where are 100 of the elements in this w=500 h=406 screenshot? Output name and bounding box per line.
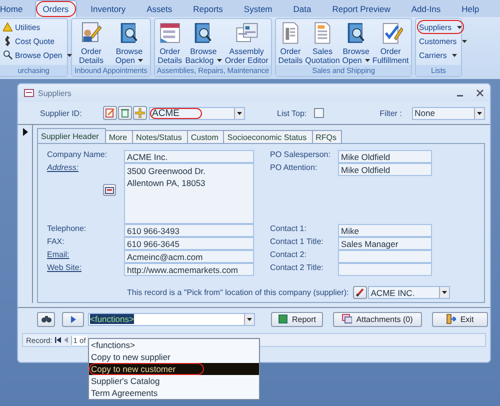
text-field[interactable]: Mike Oldfield bbox=[338, 163, 432, 176]
field-label: List Top: bbox=[277, 108, 307, 118]
field-label: FAX: bbox=[47, 237, 66, 248]
warning-icon bbox=[3, 22, 13, 32]
checkbox[interactable] bbox=[314, 108, 324, 118]
ribbon-button[interactable]: Order Fulfillment bbox=[371, 21, 410, 65]
search-icon bbox=[3, 50, 13, 60]
dropdown-button[interactable] bbox=[474, 108, 484, 118]
edit-icon bbox=[105, 108, 115, 118]
icon-button[interactable] bbox=[103, 106, 117, 120]
field-label: Telephone: bbox=[47, 224, 88, 235]
combo-box[interactable]: None bbox=[412, 106, 485, 120]
ribbon-button[interactable]: Order Details bbox=[156, 21, 184, 65]
caret-icon bbox=[237, 112, 242, 114]
field-label: Web Site: bbox=[47, 263, 83, 274]
papers-icon bbox=[342, 314, 352, 324]
ribbon-tab[interactable]: Data bbox=[286, 0, 318, 17]
dropdown-option[interactable]: Term Agreements bbox=[89, 387, 259, 399]
binoculars-icon bbox=[40, 315, 52, 323]
caret-icon bbox=[67, 54, 72, 56]
field-label: PO Salesperson: bbox=[270, 150, 332, 161]
play-icon bbox=[70, 316, 76, 322]
caret-icon bbox=[452, 54, 457, 56]
record-pointer-icon bbox=[22, 128, 28, 136]
icon-button[interactable] bbox=[103, 184, 116, 196]
text-field[interactable]: 610 966-3493 bbox=[124, 224, 254, 237]
ribbon-tab[interactable]: Inventory bbox=[84, 0, 133, 17]
ribbon-tab[interactable]: System bbox=[236, 0, 280, 17]
caret-icon bbox=[364, 59, 370, 62]
ribbon-tab[interactable]: Report Preview bbox=[325, 0, 398, 17]
action-button[interactable]: Attachments (0) bbox=[333, 312, 422, 326]
ribbon-tab[interactable]: Add-Ins bbox=[404, 0, 448, 17]
form-tab[interactable]: Socioeconomic Status bbox=[223, 130, 313, 143]
form-tab[interactable]: Supplier Header bbox=[37, 128, 106, 143]
ribbon-tab[interactable]: Reports bbox=[186, 0, 230, 17]
form-tab[interactable]: Custom bbox=[186, 130, 224, 143]
address-field[interactable]: 3500 Greenwood Dr. Allentown PA, 18053 bbox=[124, 163, 254, 224]
dropdown-option[interactable]: Copy to new supplier bbox=[89, 351, 259, 363]
field-label: Supplier ID: bbox=[40, 108, 83, 118]
text-field[interactable]: Sales Manager bbox=[338, 237, 432, 250]
person-form-icon bbox=[79, 21, 104, 45]
ribbon-button[interactable]: Order Details bbox=[78, 21, 104, 65]
ribbon-button[interactable]: Sales Quotation bbox=[304, 21, 341, 65]
action-button[interactable]: Report bbox=[271, 312, 323, 326]
text-field[interactable] bbox=[338, 263, 432, 276]
caret-icon bbox=[138, 59, 143, 62]
text-field[interactable]: Acmeinc@acm.com bbox=[124, 250, 254, 263]
caret-icon bbox=[216, 59, 222, 62]
field-label: Contact 1: bbox=[270, 224, 308, 235]
run-button[interactable] bbox=[62, 312, 84, 326]
ribbon-button[interactable]: Order Details bbox=[277, 21, 304, 65]
pick-from-text: This record is a "Pick from" location of this company (supplier): bbox=[127, 288, 349, 297]
form-icon bbox=[24, 89, 34, 97]
dropdown-option[interactable]: Copy to new customer bbox=[89, 363, 259, 375]
icon-button[interactable] bbox=[118, 106, 132, 120]
report-icon bbox=[278, 314, 288, 324]
functions-combo[interactable]: <functions> bbox=[88, 312, 255, 326]
dropdown-button[interactable] bbox=[438, 287, 449, 298]
ribbon-tab[interactable]: Home bbox=[0, 0, 30, 17]
dropdown-option[interactable]: Supplier's Catalog bbox=[89, 375, 259, 387]
text-field[interactable]: Mike bbox=[338, 224, 432, 237]
close-icon bbox=[476, 89, 484, 97]
plus-icon bbox=[135, 108, 145, 118]
field-label: PO Attention: bbox=[270, 163, 318, 174]
text-field[interactable]: ACME Inc. bbox=[124, 150, 254, 163]
combo-box[interactable]: ACME bbox=[149, 106, 245, 120]
caret-icon bbox=[476, 112, 482, 114]
ribbon-button[interactable]: Assembly Order Editor bbox=[224, 21, 270, 65]
grid-form-icon bbox=[234, 21, 259, 45]
field-label: Contact 2 Title: bbox=[270, 263, 324, 274]
combo-box[interactable]: ACME INC. bbox=[368, 286, 450, 299]
ribbon-tab[interactable]: Help bbox=[454, 0, 486, 17]
dollar-icon bbox=[3, 36, 13, 46]
text-field[interactable] bbox=[338, 250, 432, 263]
form-tab[interactable]: RFQs bbox=[312, 130, 342, 143]
ribbon-button[interactable]: Browse Open bbox=[114, 21, 144, 65]
ribbon-button[interactable]: Browse Open bbox=[341, 21, 371, 65]
form-icon bbox=[158, 21, 182, 45]
text-field[interactable]: http://www.acmemarkets.com bbox=[124, 263, 254, 276]
text-field[interactable]: 610 966-3645 bbox=[124, 237, 254, 250]
door-exit-icon bbox=[446, 314, 456, 324]
pencil-icon bbox=[356, 288, 364, 297]
caret-icon bbox=[462, 40, 467, 42]
form-tab[interactable]: Notes/Status bbox=[132, 130, 188, 143]
field-label: Email: bbox=[47, 250, 70, 261]
search-button[interactable] bbox=[37, 312, 55, 326]
icon-button[interactable] bbox=[352, 286, 367, 299]
field-label: Contact 2: bbox=[270, 250, 308, 261]
dropdown-option[interactable]: <functions> bbox=[89, 339, 259, 351]
action-button[interactable]: Exit bbox=[432, 312, 488, 326]
field-label: Address: bbox=[47, 163, 80, 174]
previous-record-icon bbox=[64, 337, 68, 343]
caret-icon bbox=[442, 291, 447, 294]
dropdown-button[interactable] bbox=[234, 108, 244, 118]
ribbon-tab[interactable]: Orders bbox=[34, 0, 77, 17]
caret-icon bbox=[247, 318, 252, 320]
ribbon-button[interactable]: Browse Backlog bbox=[184, 21, 223, 65]
text-field[interactable]: Mike Oldfield bbox=[338, 150, 432, 163]
dropdown-button[interactable] bbox=[244, 314, 254, 324]
ribbon-tab[interactable]: Assets bbox=[140, 0, 180, 17]
